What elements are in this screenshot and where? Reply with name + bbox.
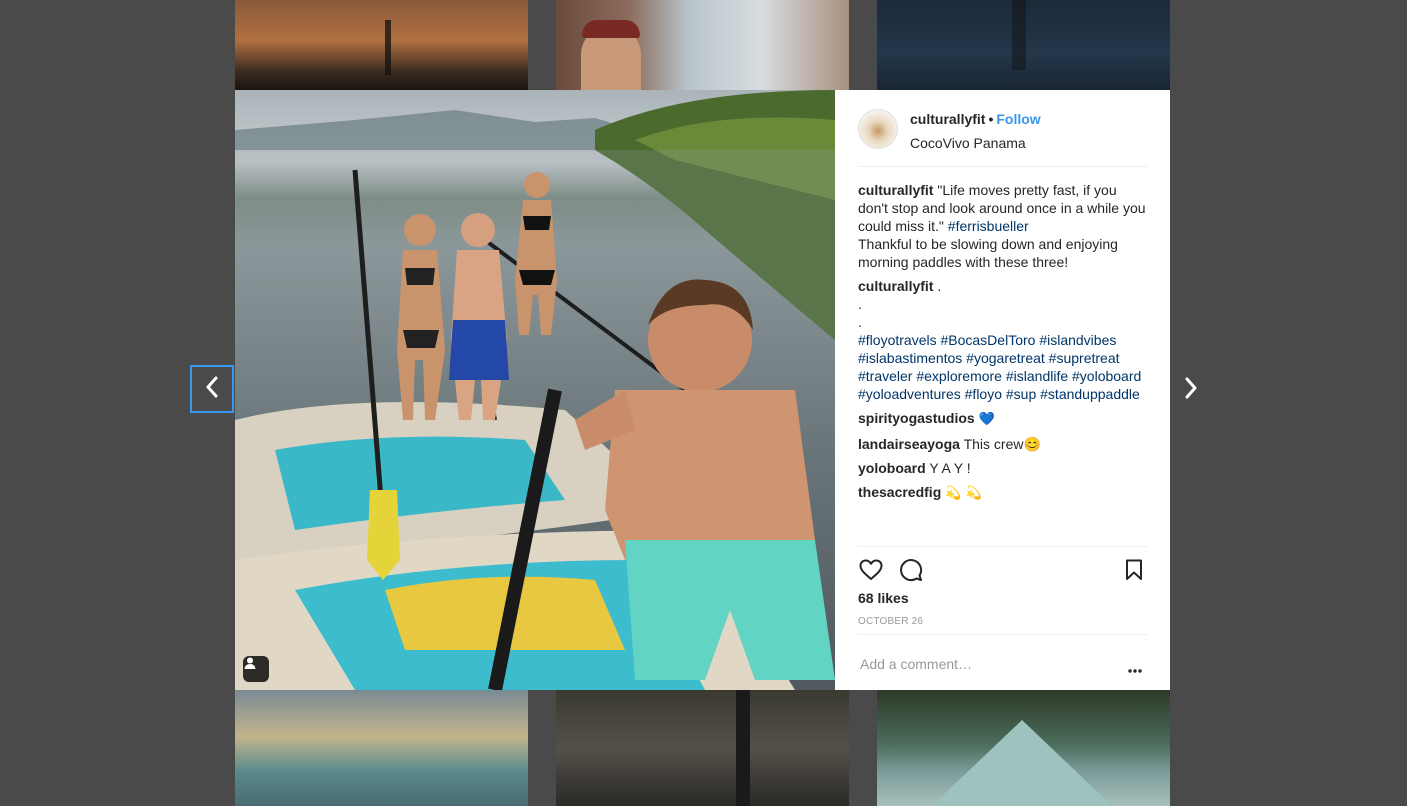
post-date[interactable]: OCTOBER 26: [858, 616, 923, 627]
comment-text: .: [937, 278, 942, 294]
post-actions: 68 likes OCTOBER 26: [858, 546, 1147, 635]
comments-list: culturallyfit "Life moves pretty fast, i…: [858, 181, 1147, 509]
hashtag-link[interactable]: #yogaretreat: [966, 350, 1045, 366]
hashtag-link[interactable]: #floyotravels: [858, 332, 937, 348]
comment-text: This crew😊: [963, 436, 1041, 452]
hashtag-link[interactable]: #BocasDelToro: [940, 332, 1035, 348]
hashtag-link[interactable]: #yoloadventures: [858, 386, 961, 402]
comment-username[interactable]: landairseayoga: [858, 436, 960, 452]
hashtag-link[interactable]: #floyo: [965, 386, 1002, 402]
caption-text-2: Thankful to be slowing down and enjoying…: [858, 236, 1118, 270]
comment-text: 💙: [978, 412, 995, 427]
next-post-button[interactable]: [1176, 372, 1206, 408]
comment-username[interactable]: culturallyfit: [858, 278, 933, 294]
follow-button[interactable]: Follow: [996, 111, 1040, 127]
caption-username[interactable]: culturallyfit: [858, 182, 933, 198]
ellipsis-icon: [1128, 660, 1142, 673]
location-link[interactable]: CocoVivo Panama: [910, 135, 1026, 151]
hashtag-link[interactable]: #islandlife: [1006, 368, 1068, 384]
hashtag-link[interactable]: #islabastimentos: [858, 350, 962, 366]
heart-icon: [859, 559, 883, 586]
post-photo[interactable]: [235, 90, 835, 690]
chevron-right-icon: [1183, 376, 1199, 405]
user-tag-icon[interactable]: [243, 656, 269, 682]
comment-username[interactable]: spirityogastudios: [858, 410, 975, 426]
post-header: culturallyfit • Follow CocoVivo Panama: [858, 108, 1147, 167]
caption: culturallyfit "Life moves pretty fast, i…: [858, 181, 1147, 271]
save-button[interactable]: [1121, 559, 1147, 585]
list-item: spirityogastudios 💙: [858, 409, 1147, 429]
comment-username[interactable]: yoloboard: [858, 460, 926, 476]
hashtag-link[interactable]: #standuppaddle: [1040, 386, 1140, 402]
separator-dot: •: [988, 111, 994, 127]
comment-icon: [899, 558, 923, 587]
bookmark-icon: [1125, 559, 1143, 586]
chevron-left-icon: [204, 375, 220, 404]
list-item: culturallyfit . . . #floyotravels #Bocas…: [858, 277, 1147, 403]
hashtag-link[interactable]: #traveler: [858, 368, 912, 384]
post-photo-illustration: [235, 90, 835, 690]
add-comment-bar: Add a comment…: [858, 634, 1147, 691]
previous-post-button[interactable]: [190, 365, 234, 413]
comment-dot: .: [858, 296, 862, 312]
hashtag-link[interactable]: #supretreat: [1049, 350, 1120, 366]
more-options-button[interactable]: [1125, 654, 1145, 673]
comment-text: Y A Y !: [929, 460, 971, 476]
comment-username[interactable]: thesacredfig: [858, 484, 941, 500]
list-item: yoloboard Y A Y !: [858, 459, 1147, 477]
likes-count[interactable]: 68 likes: [858, 590, 909, 606]
comment-input[interactable]: Add a comment…: [860, 656, 972, 672]
post-sidebar: culturallyfit • Follow CocoVivo Panama cul…: [835, 90, 1170, 690]
comment-button[interactable]: [898, 558, 924, 587]
caption-hashtag[interactable]: #ferrisbueller: [948, 218, 1029, 234]
hashtag-link[interactable]: #sup: [1006, 386, 1036, 402]
list-item: thesacredfig 💫 💫: [858, 483, 1147, 503]
like-button[interactable]: [858, 559, 884, 585]
hashtag-link[interactable]: #islandvibes: [1039, 332, 1116, 348]
header-username-row: culturallyfit • Follow: [910, 111, 1041, 127]
list-item: landairseayoga This crew😊: [858, 435, 1147, 453]
hashtag-link[interactable]: #exploremore: [916, 368, 1002, 384]
comment-text: 💫 💫: [945, 486, 982, 501]
avatar[interactable]: [858, 109, 898, 149]
comment-dot: .: [858, 314, 862, 330]
post-modal: culturallyfit • Follow CocoVivo Panama cul…: [235, 90, 1170, 690]
header-username[interactable]: culturallyfit: [910, 111, 985, 127]
hashtag-link[interactable]: #yoloboard: [1072, 368, 1141, 384]
